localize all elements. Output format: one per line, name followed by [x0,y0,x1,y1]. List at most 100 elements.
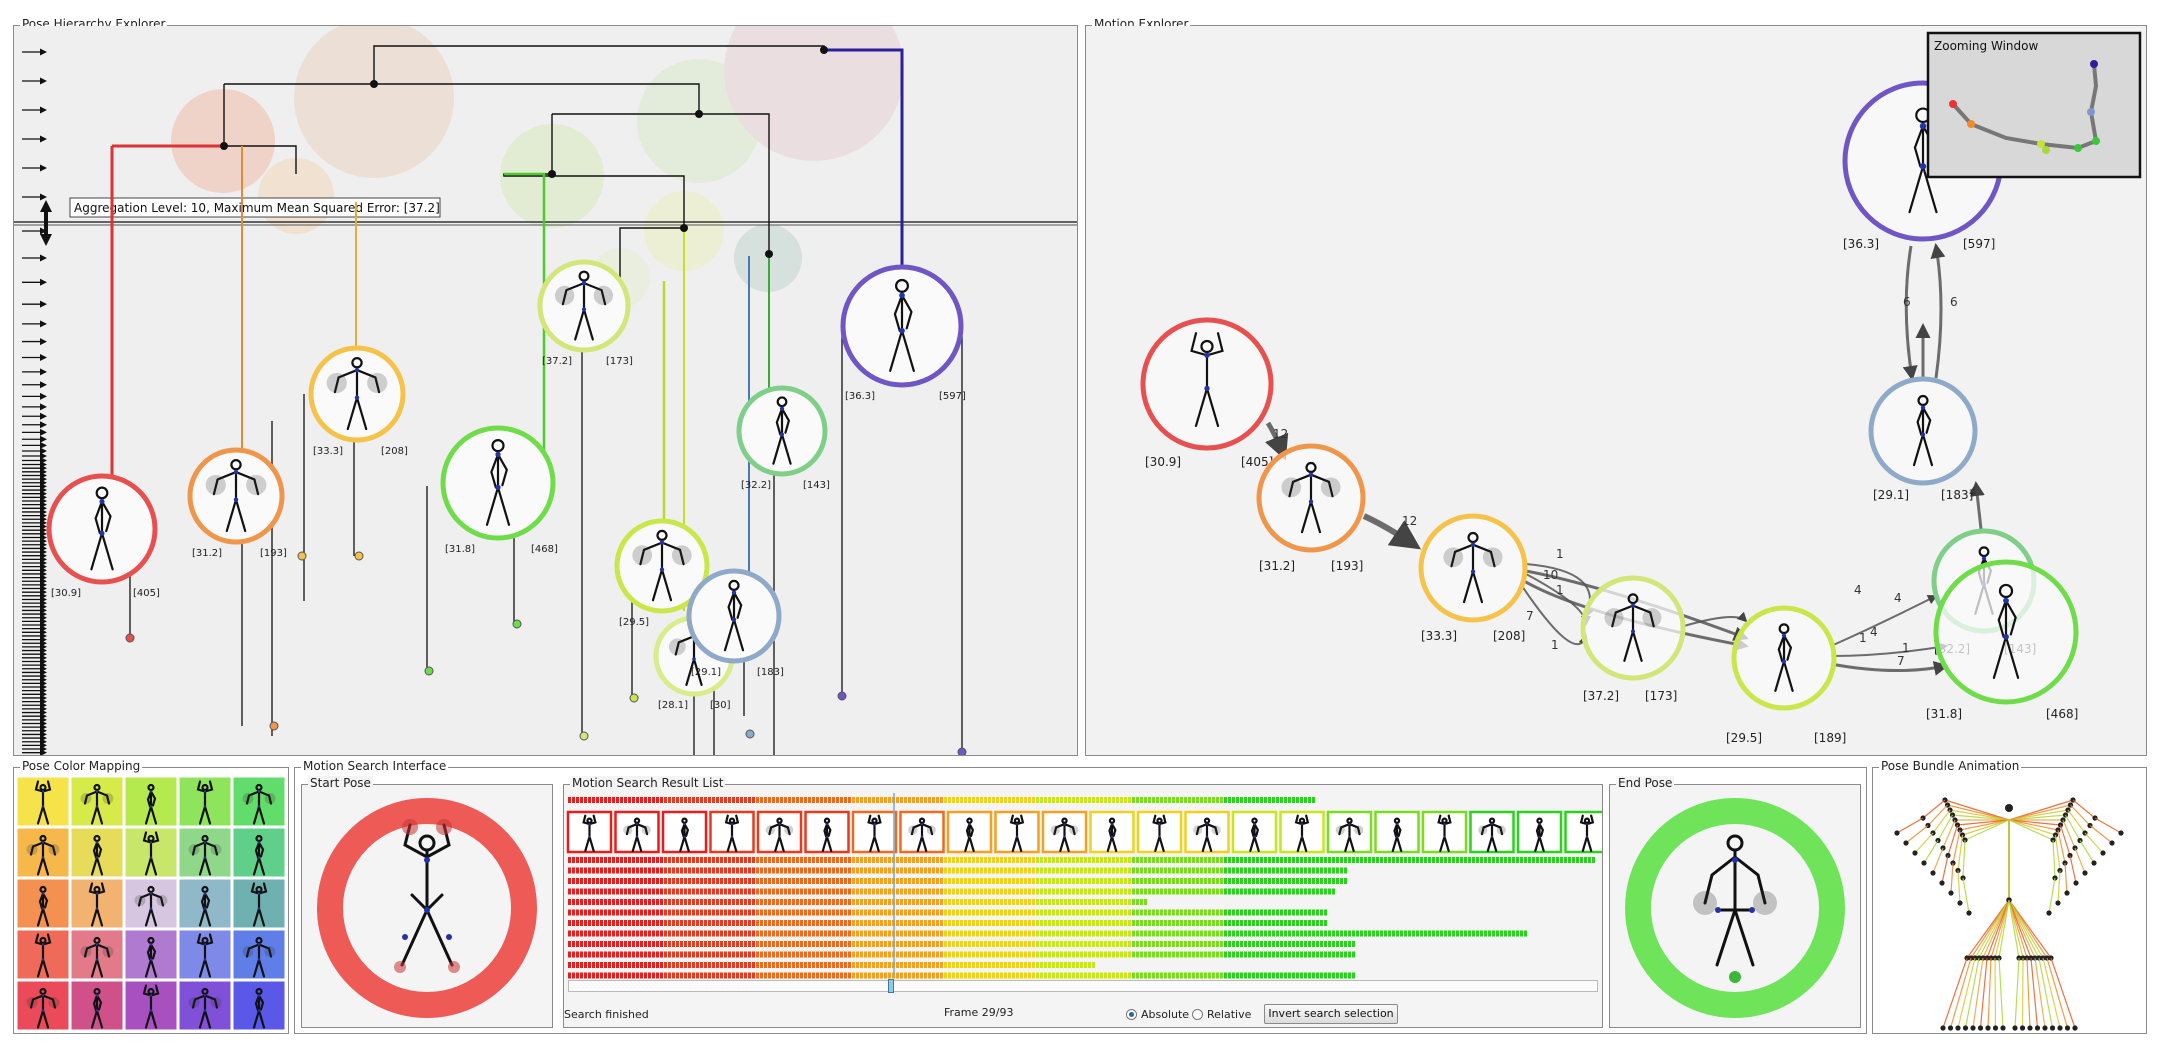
hierarchy-canvas[interactable]: Aggregation Level: 10, Maximum Mean Squa… [14,26,1077,755]
node-error-label: [29.1] [1873,488,1909,502]
pose-bundle-animation-panel: Pose Bundle Animation [1872,759,2147,1034]
result-bar-row[interactable] [568,899,1147,905]
edge-weight-label: 4 [1854,583,1862,597]
result-bar-row[interactable] [568,920,1327,926]
node-count-label: [183] [1941,488,1973,502]
start-pose-panel[interactable]: Start Pose [301,776,553,1028]
motion-search-interface-panel: Motion Search Interface Start Pose Motio… [294,759,1867,1034]
edge-weight-label: 6 [1903,295,1911,309]
motion-explorer-panel: Motion Explorer 12 12 1 10 1 7 1 4 4 1 1 4 7 4 6 6 [30.… [1085,17,2147,756]
result-bar-row[interactable] [568,909,1327,916]
node-error-label: [29.5] [1726,731,1762,745]
cluster-count-label: [143] [803,480,830,491]
cluster-count-label: [30] [710,700,731,711]
pose-hierarchy-explorer-panel: Pose Hierarchy Explorer Aggregation Leve… [13,17,1078,756]
result-bar-row[interactable] [568,930,1527,937]
result-bar-row[interactable] [568,857,1595,863]
edge-weight-label: 4 [1894,591,1902,605]
result-bar-row[interactable] [568,951,1355,958]
color-map-cell[interactable] [70,929,124,980]
edge-weight-label: 12 [1402,514,1417,528]
motion-graph-canvas[interactable]: 121211017144114746 6 [30.9] [405][31.2] [19… [1086,26,2146,755]
color-map-cell[interactable] [124,878,178,929]
color-map-cell[interactable] [124,827,178,878]
color-mapping-grid[interactable] [14,768,288,1033]
color-map-cell[interactable] [16,929,70,980]
edge-weight-label: 12 [1273,427,1288,441]
pose-bundle-canvas[interactable] [1873,768,2146,1033]
node-error-label: [33.3] [1421,629,1457,643]
absolute-radio[interactable] [1126,1009,1137,1020]
color-map-cell[interactable] [16,776,70,827]
edge-weight-label: 10 [1543,568,1558,582]
relative-label: Relative [1207,1008,1252,1021]
color-map-cell[interactable] [178,980,232,1031]
color-map-cell[interactable] [124,980,178,1031]
edge-weight-label: 7 [1526,609,1534,623]
pose-color-mapping-panel: Pose Color Mapping [13,759,289,1034]
node-count-label: [193] [1331,559,1363,573]
color-map-cell[interactable] [178,929,232,980]
search-status: Search finished [564,1008,649,1021]
cluster-count-label: [405] [133,588,160,599]
color-map-cell[interactable] [232,929,286,980]
color-map-cell[interactable] [16,827,70,878]
node-error-label: [37.2] [1583,689,1619,703]
result-bar-row[interactable] [568,878,1347,884]
edge-weight-label: 7 [1897,654,1905,668]
cluster-count-label: [597] [939,391,966,402]
result-bar-row[interactable] [568,962,1095,968]
color-map-cell[interactable] [178,827,232,878]
color-map-cell[interactable] [70,827,124,878]
cluster-error-label: [30.9] [51,588,81,599]
cluster-error-label: [29.1] [691,667,721,678]
edge-weight-label: 1 [1902,641,1910,655]
edge-weight-label: 6 [1950,295,1958,309]
color-map-cell[interactable] [16,980,70,1031]
cluster-error-label: [31.8] [445,544,475,555]
node-error-label: [30.9] [1145,455,1181,469]
start-pose-skeleton-icon [400,823,454,967]
invert-search-selection-button[interactable]: Invert search selection [1264,1004,1398,1024]
zooming-window[interactable]: Zooming Window [1926,31,2142,179]
node-count-label: [468] [2046,707,2078,721]
relative-radio[interactable] [1192,1009,1203,1020]
color-map-cell[interactable] [178,776,232,827]
cluster-count-label: [208] [381,446,408,457]
color-map-cell[interactable] [232,980,286,1031]
edge-weight-label: 1 [1859,631,1867,645]
frame-counter: Frame 29/93 [944,1006,1014,1019]
color-map-cell[interactable] [178,878,232,929]
node-count-label: [173] [1645,689,1677,703]
result-bar-row[interactable] [568,797,1315,803]
color-map-cell[interactable] [16,878,70,929]
result-bar-row[interactable] [568,888,1335,895]
cluster-error-label: [31.2] [192,548,222,559]
cluster-count-label: [193] [260,548,287,559]
node-count-label: [189] [1814,731,1846,745]
color-map-cell[interactable] [124,776,178,827]
color-map-cell[interactable] [232,878,286,929]
result-slider-track[interactable] [568,979,1598,993]
result-bar-row[interactable] [568,867,1347,874]
node-error-label: [31.8] [1926,707,1962,721]
color-map-cell[interactable] [70,980,124,1031]
result-pose-strip[interactable] [566,810,1602,854]
result-bar-row[interactable] [568,972,1355,979]
node-count-label: [208] [1493,629,1525,643]
node-count-label: [597] [1963,237,1995,251]
color-map-cell[interactable] [70,878,124,929]
end-pose-panel[interactable]: End Pose [1609,776,1861,1028]
absolute-label: Absolute [1141,1008,1190,1021]
color-map-cell[interactable] [124,929,178,980]
motion-search-result-list-panel: Motion Search Result List Search finishe… [563,776,1603,1028]
result-bar-row[interactable] [568,941,1355,947]
result-slider-thumb[interactable] [887,979,894,993]
edge-weight-label: 1 [1556,583,1564,597]
cluster-error-label: [29.5] [619,617,649,628]
cluster-error-label: [32.2] [741,480,771,491]
color-map-cell[interactable] [70,776,124,827]
color-map-cell[interactable] [232,776,286,827]
color-map-cell[interactable] [232,827,286,878]
cluster-count-label: [468] [531,544,558,555]
